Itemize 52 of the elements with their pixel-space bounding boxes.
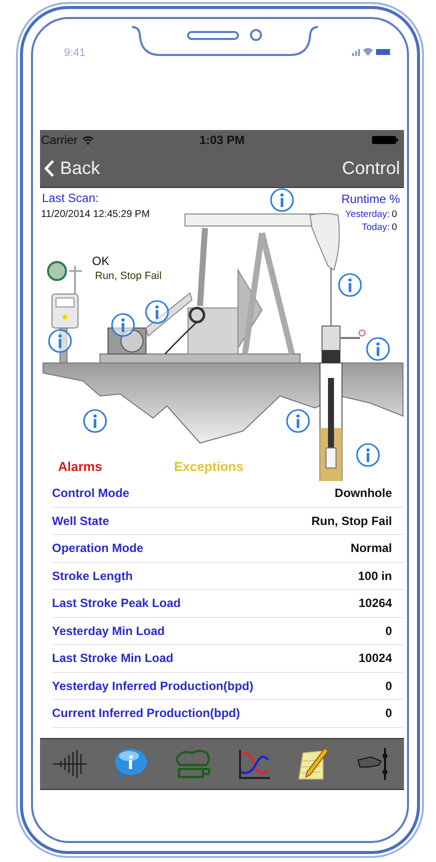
row-value: 0 [385, 678, 392, 693]
row-value: 10264 [358, 596, 392, 610]
info-icon[interactable] [145, 300, 169, 324]
info-icon[interactable] [338, 273, 362, 297]
row-label: Last Stroke Min Load [52, 651, 174, 666]
row-label: Current Inferred Production(bpd) [52, 706, 240, 720]
row-label: Control Mode [52, 486, 130, 500]
last-scan-label: Last Scan: [42, 191, 99, 205]
info-icon[interactable] [366, 337, 390, 361]
info-icon[interactable] [286, 409, 310, 433]
carrier-label: Carrier [41, 133, 78, 147]
row-label: Well State [52, 514, 110, 528]
row-value: 100 in [358, 568, 392, 583]
row-label: Last Stroke Peak Load [52, 596, 181, 610]
info-icon[interactable] [356, 443, 380, 467]
runtime-period: Yesterday: [345, 208, 390, 221]
row-value: Run, Stop Fail [311, 514, 392, 528]
notepad-pencil-icon[interactable] [297, 747, 330, 781]
runtime-label: Runtime % [341, 192, 400, 206]
row-label: Yesterday Min Load [52, 624, 165, 638]
status-text: OK [92, 254, 110, 268]
row-label: Yesterday Inferred Production(bpd) [52, 678, 254, 693]
info-bubble-icon[interactable] [112, 747, 148, 781]
waveform-icon[interactable] [52, 749, 87, 779]
info-icon[interactable] [111, 313, 135, 337]
device-time: 9:41 [64, 47, 86, 59]
row-label: Stroke Length [52, 568, 133, 583]
back-button[interactable]: Back [40, 156, 104, 181]
info-icon[interactable] [270, 188, 294, 212]
control-button[interactable]: Control [338, 156, 404, 181]
row-value: Downhole [334, 486, 392, 500]
controller-drawing [52, 294, 78, 364]
well-state-text: Run, Stop Fail [95, 270, 162, 282]
wifi-icon [82, 136, 94, 144]
runtime-period: Today: [362, 221, 390, 234]
info-icon[interactable] [48, 329, 72, 353]
runtime-value: 0 [392, 208, 397, 221]
row-label: Operation Mode [52, 541, 144, 556]
row-value: 0 [385, 706, 392, 720]
row-value: 0 [385, 624, 392, 638]
runtime-value: 0 [392, 221, 397, 234]
status-light-icon [47, 261, 82, 294]
chevron-left-icon [44, 159, 55, 178]
alarms-link[interactable]: Alarms [58, 459, 102, 474]
status-time: 1:03 PM [199, 133, 245, 147]
trend-chart-icon[interactable] [238, 748, 272, 780]
signal-battery-icon [352, 47, 392, 57]
row-value: Normal [350, 541, 392, 556]
last-scan-time: 11/20/2014 12:45:29 PM [41, 209, 150, 220]
row-value: 10024 [358, 651, 392, 666]
info-icon[interactable] [83, 409, 107, 433]
battery-icon [372, 136, 398, 144]
